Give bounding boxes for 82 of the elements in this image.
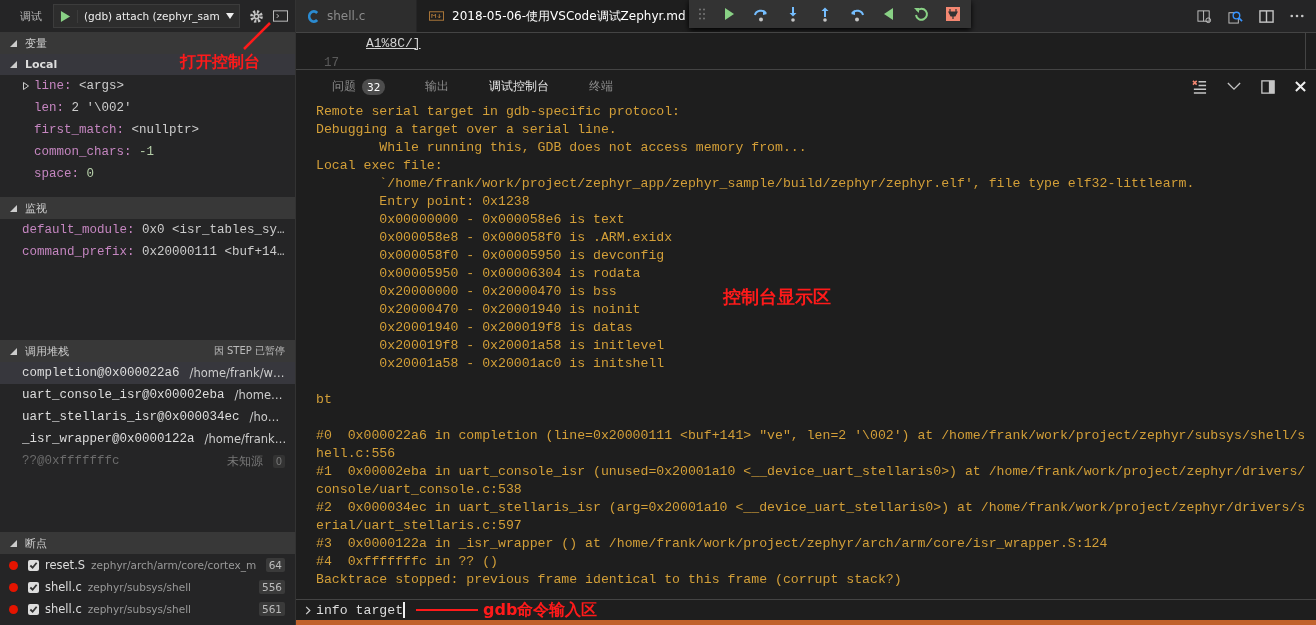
clear-console-icon[interactable] xyxy=(1192,79,1207,94)
console-output-line: While running this, GDB does not access memory from... xyxy=(378,140,807,155)
close-icon[interactable] xyxy=(1295,81,1306,92)
markdown-file-icon xyxy=(429,11,444,21)
panel-tab[interactable]: 问题 32 xyxy=(332,78,386,95)
variable-entry[interactable]: space: 0 xyxy=(34,167,95,181)
variable-entry[interactable]: line: <args> xyxy=(34,79,125,93)
console-output-line: 0x00000000 - 0x000058e6 is text xyxy=(378,212,625,227)
console-output-line: #3 0x0000122a in _isr_wrapper () at /home/frank/work/project/zephyr/arch/arm/core/isr_wrapper.S:124 xyxy=(316,536,1108,551)
disconnect-icon[interactable] xyxy=(945,6,961,22)
watch-expression[interactable]: command_prefix: 0x20000111 <buf+14… xyxy=(22,245,285,259)
console-output-line: bt xyxy=(316,392,332,407)
console-output-line: 0x20000000 - 0x20000470 is bss xyxy=(378,284,617,299)
annotation-label: 控制台显示区 xyxy=(723,285,831,309)
console-output-line: 0x20001940 - 0x200019f8 is datas xyxy=(378,320,633,335)
breakpoint-path: zephyr/arch/arm/core/cortex_m xyxy=(91,559,258,571)
console-output-line: Debugging a target over a serial line. xyxy=(316,122,617,137)
more-icon[interactable] xyxy=(1290,14,1304,18)
line-number-badge: 561 xyxy=(258,602,285,616)
line-number-badge: 556 xyxy=(258,580,285,594)
dropdown-arrow-icon xyxy=(225,13,234,19)
panel-tab[interactable]: 输出 xyxy=(425,78,450,95)
console-output-line: #1 0x00002eba in uart_console_isr (unused=0x20001a10 <__device_uart_stellaris0>) at /home/frank/work/project/zephyr/drivers/console/uart_console.c:538 xyxy=(316,464,1306,497)
annotation-line xyxy=(416,609,479,611)
annotation-line xyxy=(242,22,272,50)
watch-expression[interactable]: default_module: 0x0 <isr_tables_sy… xyxy=(22,223,285,237)
drag-handle-icon[interactable] xyxy=(699,8,705,20)
annotation-label: gdb命令输入区 xyxy=(483,599,598,621)
panel-tab[interactable]: 终端 xyxy=(589,78,614,95)
console-output-line: Entry point: 0x1238 xyxy=(378,194,530,209)
section-header[interactable]: 监视 xyxy=(0,197,295,219)
variable-entry[interactable]: len: 2 '\002' xyxy=(34,101,132,115)
stack-frame[interactable]: _isr_wrapper@0x0000122a /home/frank… xyxy=(0,428,295,450)
stack-frame[interactable]: uart_stellaris_isr@0x000034ec /ho… xyxy=(0,406,295,428)
console-output-line: 0x20000470 - 0x20001940 is noinit xyxy=(378,302,641,317)
variable-entry[interactable]: first_match: <nullptr> xyxy=(34,123,200,137)
launch-config-dropdown[interactable]: (gdb) attach (zephyr_sam xyxy=(53,4,240,28)
section-header[interactable]: 变量 xyxy=(0,32,295,54)
editor-tab[interactable]: 2018-05-06-使用VSCode调试Zephyr.md xyxy=(417,0,721,32)
breakpoint-file[interactable]: reset.S xyxy=(45,558,86,572)
annotation-label: 打开控制台 xyxy=(180,52,260,73)
preview-icon[interactable] xyxy=(1197,8,1212,24)
breakpoint-file[interactable]: shell.c xyxy=(45,602,82,616)
debug-title: 调试 xyxy=(20,8,42,24)
checkbox[interactable] xyxy=(28,581,39,593)
chevron-down-icon[interactable] xyxy=(1227,82,1241,91)
console-output-line: Backtrace stopped: previous frame identical to this frame (corrupt stack?) xyxy=(316,572,902,587)
expand-arrow-icon[interactable] xyxy=(23,82,29,90)
console-output-line: Local exec file: xyxy=(316,158,443,173)
checkbox[interactable] xyxy=(28,603,39,615)
stack-frame[interactable]: completion@0x000022a6 /home/frank/w… xyxy=(0,362,295,384)
console-output-line: 0x200019f8 - 0x20001a58 is initlevel xyxy=(378,338,665,353)
breakpoint-path: zephyr/subsys/shell xyxy=(87,603,192,615)
section-header[interactable]: 调用堆栈 因 STEP 已暂停 xyxy=(0,340,295,362)
console-output-line: #4 0xfffffffc in ?? () xyxy=(316,554,499,569)
console-output-line: `/home/frank/work/project/zephyr_app/zephyr_sample/build/zephyr/zephyr.elf', file type elf32-littlearm. xyxy=(378,176,1195,191)
console-input-field[interactable]: info target xyxy=(316,602,406,618)
line-number: 17 xyxy=(324,56,339,70)
breakpoint-path: zephyr/subsys/shell xyxy=(87,581,192,593)
terminal-icon[interactable] xyxy=(272,10,288,22)
line-number-badge: 64 xyxy=(265,558,285,572)
checkbox[interactable] xyxy=(28,559,39,571)
variable-entry[interactable]: common_chars: -1 xyxy=(34,145,155,159)
settings-icon[interactable] xyxy=(248,8,264,24)
console-output-line: 0x000058f0 - 0x00005950 is devconfig xyxy=(378,248,665,263)
console-output-line: 0x20001a58 - 0x20001ac0 is initshell xyxy=(378,356,665,371)
console-output-line: 0x000058e8 - 0x000058f0 is .ARM.exidx xyxy=(378,230,673,245)
code-line: A1%8C/] xyxy=(366,35,421,51)
section-header[interactable]: 断点 xyxy=(0,532,295,554)
panel-layout-icon[interactable] xyxy=(1261,79,1275,94)
console-output-line: 0x00005950 - 0x00006304 is rodata xyxy=(378,266,641,281)
prompt-chevron-icon xyxy=(305,605,311,615)
editor-tab[interactable]: shell.c xyxy=(296,0,417,32)
console-output-line: Remote serial target in gdb-specific protocol: xyxy=(316,104,681,119)
panel-tab[interactable]: 调试控制台 xyxy=(489,78,550,95)
console-output-line: #2 0x000034ec in uart_stellaris_isr (arg=0x20001a10 <__device_uart_stellaris0>) at /home/frank/work/project/zephyr/drivers/serial/uart_stellaris.c:597 xyxy=(316,500,1306,533)
c-file-icon xyxy=(308,9,319,23)
console-output-line: #0 0x000022a6 in completion (line=0x20000111 <buf+141> "ve", len=2 '\002') at /home/frank/work/project/zephyr/subsys/shell/shell.c:556 xyxy=(316,428,1306,461)
breakpoint-file[interactable]: shell.c xyxy=(45,580,82,594)
restart-icon[interactable] xyxy=(913,6,929,22)
split-editor-icon[interactable] xyxy=(1259,8,1274,24)
stack-frame[interactable]: uart_console_isr@0x00002eba /home… xyxy=(0,384,295,406)
